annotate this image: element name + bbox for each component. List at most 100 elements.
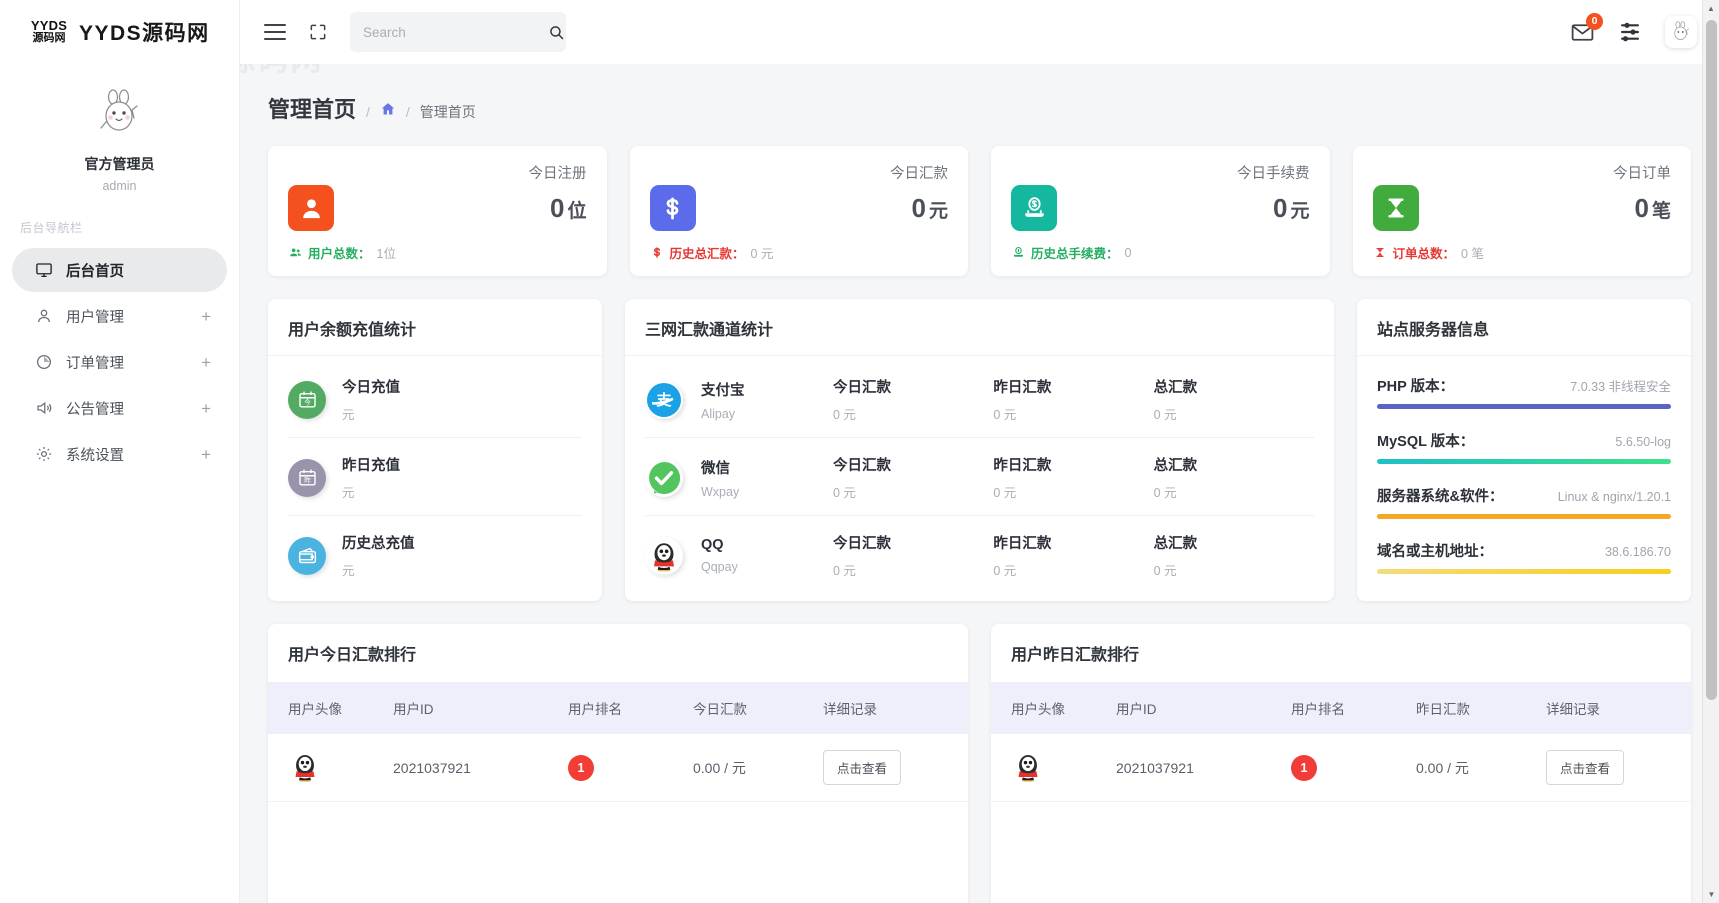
brand[interactable]: YYDS 源码网 YYDS源码网	[0, 0, 239, 64]
channel-row-wechat: 微信 Wxpay 今日汇款 0 元 昨日汇款 0 元	[645, 438, 1314, 516]
brand-badge-line1: YYDS	[31, 19, 67, 33]
stat-card-remittance[interactable]: 今日汇款 0元	[630, 146, 969, 276]
server-info-key: 服务器系统&软件：	[1377, 485, 1503, 506]
cell-amount: 0.00 / 元	[1416, 734, 1546, 802]
column-header: 用户排名	[568, 682, 693, 734]
server-info-key: PHP 版本：	[1377, 375, 1454, 396]
server-info-value: 7.0.33 非线程安全	[1570, 376, 1671, 395]
stat-foot-label: 历史总手续费：	[1031, 243, 1119, 262]
user-solid-icon	[288, 185, 334, 231]
channel-today-label: 今日汇款	[833, 532, 993, 553]
qq-avatar-icon	[1011, 751, 1045, 785]
sidebar-expand-icon[interactable]: +	[201, 354, 211, 371]
scroll-down-arrow[interactable]: ▼	[1703, 886, 1719, 903]
stat-title: 今日订单	[1373, 162, 1672, 183]
gear-icon	[34, 445, 53, 464]
search-box[interactable]	[350, 12, 566, 52]
stat-unit: 元	[1290, 201, 1309, 222]
panel-title: 站点服务器信息	[1377, 316, 1671, 340]
sidebar-item-settings[interactable]: 系统设置 +	[12, 432, 227, 476]
table-row: 2021037921 1 0.00 / 元 点击查看	[268, 734, 968, 802]
column-header: 今日汇款	[693, 682, 823, 734]
channel-total-label: 总汇款	[1154, 532, 1314, 553]
avatar[interactable]	[89, 82, 151, 144]
stat-value: 0	[550, 193, 564, 223]
sidebar: YYDS 源码网 YYDS源码网 官方管	[0, 0, 240, 903]
channel-yesterday-label: 昨日汇款	[993, 532, 1153, 553]
vertical-scrollbar[interactable]: ▲ ▼	[1702, 0, 1719, 903]
sidebar-item-announcements[interactable]: 公告管理 +	[12, 386, 227, 430]
content-scroll-area: 管理首页 / / 管理首页 今日注册	[240, 64, 1719, 903]
server-info-row: MySQL 版本： 5.6.50-log	[1377, 415, 1671, 470]
channel-today-label: 今日汇款	[833, 376, 993, 397]
server-info-bar	[1377, 404, 1671, 409]
stat-foot-label: 订单总数：	[1393, 243, 1456, 262]
channel-total-label: 总汇款	[1154, 376, 1314, 397]
calendar-today-icon: 今	[288, 381, 326, 419]
column-header: 用户头像	[268, 682, 393, 734]
stat-value-wrap: 0位	[550, 193, 586, 224]
menu-toggle-icon[interactable]	[264, 24, 286, 40]
status-badge: 1	[568, 755, 594, 781]
qq-avatar-icon	[288, 751, 322, 785]
channel-today-value: 0 元	[833, 560, 993, 579]
scrollbar-thumb[interactable]	[1706, 20, 1717, 700]
sidebar-expand-icon[interactable]: +	[201, 308, 211, 325]
channel-sub: Alipay	[701, 407, 833, 421]
sidebar-expand-icon[interactable]: +	[201, 446, 211, 463]
panel-title: 用户昨日汇款排行	[1011, 641, 1671, 665]
brand-title: YYDS源码网	[79, 17, 210, 47]
sidebar-item-orders[interactable]: 订单管理 +	[12, 340, 227, 384]
topbar-actions: 0	[1569, 16, 1697, 48]
search-icon[interactable]	[548, 24, 565, 41]
user-avatar[interactable]	[1665, 16, 1697, 48]
channel-total-value: 0 元	[1154, 560, 1314, 579]
recharge-row: 历史总充值 元	[288, 516, 582, 593]
table-header-row: 用户头像 用户ID 用户排名 今日汇款 详细记录	[268, 682, 968, 734]
sidebar-expand-icon[interactable]: +	[201, 400, 211, 417]
channel-row-alipay: 支 支付宝 Alipay 今日汇款 0 元	[645, 360, 1314, 438]
middle-panels-row: 用户余额充值统计 今 今日充值	[268, 299, 1691, 601]
cell-user-id: 2021037921	[1116, 734, 1291, 802]
channel-yesterday-value: 0 元	[993, 404, 1153, 423]
pie-clock-icon	[34, 353, 53, 372]
recharge-row: 今 今日充值 元	[288, 360, 582, 438]
server-info-key: MySQL 版本：	[1377, 430, 1474, 451]
server-info-row: 域名或主机地址： 38.6.186.70	[1377, 525, 1671, 580]
cell-user-id: 2021037921	[393, 734, 568, 802]
view-detail-button[interactable]: 点击查看	[823, 750, 901, 785]
search-input[interactable]	[363, 25, 540, 40]
sidebar-item-users[interactable]: 用户管理 +	[12, 294, 227, 338]
stat-foot-value: 0	[1125, 246, 1132, 260]
recharge-stats-panel: 用户余额充值统计 今 今日充值	[268, 299, 602, 601]
channel-name: 支付宝	[701, 379, 833, 400]
view-detail-button[interactable]: 点击查看	[1546, 750, 1624, 785]
cell-avatar	[268, 734, 393, 802]
monitor-icon	[34, 261, 53, 280]
profile-name: 官方管理员	[0, 154, 239, 174]
stat-card-orders[interactable]: 今日订单 0笔	[1353, 146, 1692, 276]
rank-today-panel: 用户今日汇款排行 用户头像 用户ID 用户排名 今日汇款 详细记录	[268, 624, 968, 903]
sidebar-item-dashboard[interactable]: 后台首页	[12, 248, 227, 292]
mail-icon[interactable]: 0	[1569, 19, 1595, 45]
wechat-icon	[645, 459, 683, 497]
megaphone-icon	[34, 399, 53, 418]
hourglass-small-icon	[1373, 246, 1387, 260]
stat-card-fees[interactable]: 今日手续费 0元	[991, 146, 1330, 276]
scroll-up-arrow[interactable]: ▲	[1703, 0, 1719, 17]
server-info-row: PHP 版本： 7.0.33 非线程安全	[1377, 360, 1671, 415]
recharge-label: 昨日充值	[342, 454, 400, 475]
stat-card-registrations[interactable]: 今日注册 0位	[268, 146, 607, 276]
coin-small-icon	[1011, 246, 1025, 260]
cell-amount: 0.00 / 元	[693, 734, 823, 802]
user-icon	[34, 307, 53, 326]
stat-value: 0	[912, 193, 926, 223]
home-icon[interactable]	[380, 101, 396, 117]
cell-rank: 1	[1291, 734, 1416, 802]
fullscreen-icon[interactable]	[308, 22, 328, 42]
stat-title: 今日注册	[288, 162, 587, 183]
sliders-icon[interactable]	[1617, 19, 1643, 45]
recharge-value: 元	[342, 404, 400, 423]
page-title: 管理首页	[268, 92, 356, 124]
nav-section-title: 后台导航栏	[0, 193, 239, 246]
